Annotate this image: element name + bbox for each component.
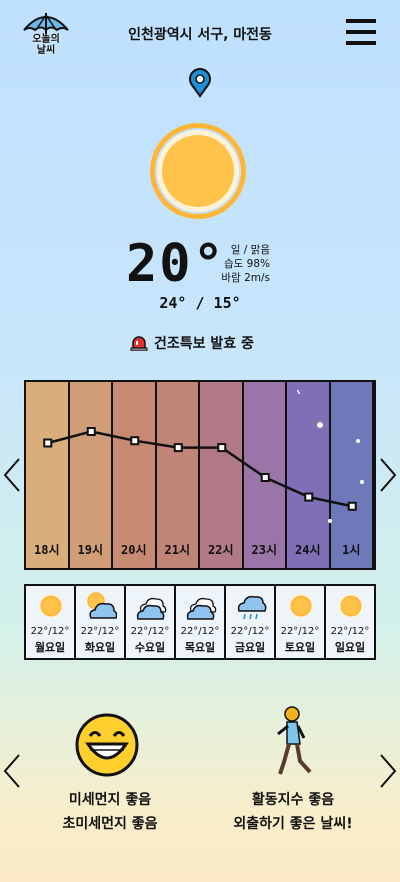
- chevron-left-icon: [3, 458, 20, 492]
- walking-person-icon: [270, 706, 316, 778]
- air-quality-info: 미세먼지 좋음 초미세먼지 좋음: [40, 788, 180, 836]
- weather-alert[interactable]: 건조특보 발효 중: [130, 333, 280, 353]
- day-temperature: 22°/12°: [130, 626, 170, 637]
- day-name: 목요일: [184, 641, 216, 654]
- logo-text-line1: 오늘의: [32, 34, 60, 45]
- fine-dust-text: 미세먼지 좋음: [68, 792, 152, 808]
- alert-text: 건조특보 발효 중: [154, 336, 254, 352]
- temperature-point: [86, 427, 96, 436]
- sun-icon: [289, 594, 313, 618]
- bottom-next-button[interactable]: [378, 752, 398, 790]
- day-temperature: 22°/12°: [80, 626, 120, 637]
- temperature-point: [260, 473, 270, 482]
- weekly-day-item: 22°/12° 목요일: [176, 586, 226, 658]
- temperature-point: [130, 436, 140, 446]
- outing-text: 외출하기 좋은 날씨!: [233, 816, 353, 832]
- day-temperature: 22°/12°: [330, 626, 370, 637]
- day-temperature: 22°/12°: [30, 626, 70, 637]
- wind-text: 바람 2m/s: [221, 272, 270, 284]
- bottom-prev-button[interactable]: [2, 752, 22, 790]
- location-pin-icon: [189, 68, 211, 98]
- menu-bar-icon: [346, 19, 376, 23]
- day-name: 금요일: [234, 641, 266, 654]
- logo-text-line2: 날씨: [36, 45, 56, 56]
- cloud-icon: [136, 597, 167, 620]
- hourly-forecast-panel[interactable]: 18시 19시 20시 21시 22시 23시 24시 1시: [24, 380, 376, 570]
- siren-icon: [130, 336, 148, 351]
- day-temperature: 22°/12°: [230, 626, 270, 637]
- logo-text: 오늘의 날씨: [20, 34, 72, 56]
- hourly-prev-button[interactable]: [2, 456, 22, 494]
- condition-text: 일 / 맑음: [230, 244, 270, 256]
- menu-bar-icon: [346, 30, 376, 34]
- smiley-face-icon: [74, 712, 140, 778]
- temperature-point: [173, 443, 183, 453]
- activity-index-text: 활동지수 좋음: [251, 792, 335, 808]
- sun-icon: [339, 594, 363, 618]
- humidity-text: 습도 98%: [224, 258, 270, 270]
- day-name: 토요일: [284, 641, 316, 654]
- chevron-left-icon: [3, 754, 20, 788]
- high-low-temperature: 24° / 15°: [159, 294, 241, 312]
- weekly-day-item: 22°/12° 일요일: [326, 586, 374, 658]
- location-pin-button[interactable]: [188, 68, 212, 98]
- weekly-day-item: 22°/12° 월요일: [26, 586, 76, 658]
- weekly-day-item: 22°/12° 토요일: [276, 586, 326, 658]
- menu-bar-icon: [346, 41, 376, 45]
- day-temperature: 22°/12°: [180, 626, 220, 637]
- day-name: 화요일: [84, 641, 116, 654]
- activity-index-info: 활동지수 좋음 외출하기 좋은 날씨!: [218, 788, 368, 836]
- ultrafine-dust-text: 초미세먼지 좋음: [62, 816, 158, 832]
- hamburger-menu-button[interactable]: [346, 19, 376, 49]
- cloud-icon: [186, 597, 217, 620]
- hourly-temperature-line: [43, 427, 357, 511]
- day-name: 일요일: [334, 641, 366, 654]
- weekly-day-item: 22°/12° 수요일: [126, 586, 176, 658]
- chevron-right-icon: [380, 754, 397, 788]
- location-title: 인천광역시 서구, 마전동: [128, 27, 272, 43]
- temperature-point: [347, 501, 357, 511]
- hourly-next-button[interactable]: [378, 456, 398, 494]
- day-temperature: 22°/12°: [280, 626, 320, 637]
- sun-cloud-icon: [87, 592, 117, 619]
- temperature-point: [304, 492, 314, 502]
- weekly-forecast-panel: 22°/12° 월요일 22°/12° 화요일 22°/12° 수요일 22°/12° 목요일…: [24, 584, 376, 660]
- day-name: 월요일: [34, 641, 66, 654]
- temperature-point: [43, 438, 53, 448]
- chevron-right-icon: [380, 458, 397, 492]
- rain-cloud-icon: [237, 595, 267, 620]
- weekly-day-item: 22°/12° 금요일: [226, 586, 276, 658]
- day-name: 수요일: [134, 641, 166, 654]
- current-weather-sun-icon: [162, 135, 234, 207]
- weekly-day-item: 22°/12° 화요일: [76, 586, 126, 658]
- sun-icon: [39, 594, 63, 618]
- current-stats: 일 / 맑음 습도 98% 바람 2m/s: [200, 243, 270, 285]
- temperature-point: [217, 443, 227, 453]
- app-logo[interactable]: 오늘의 날씨: [20, 10, 72, 62]
